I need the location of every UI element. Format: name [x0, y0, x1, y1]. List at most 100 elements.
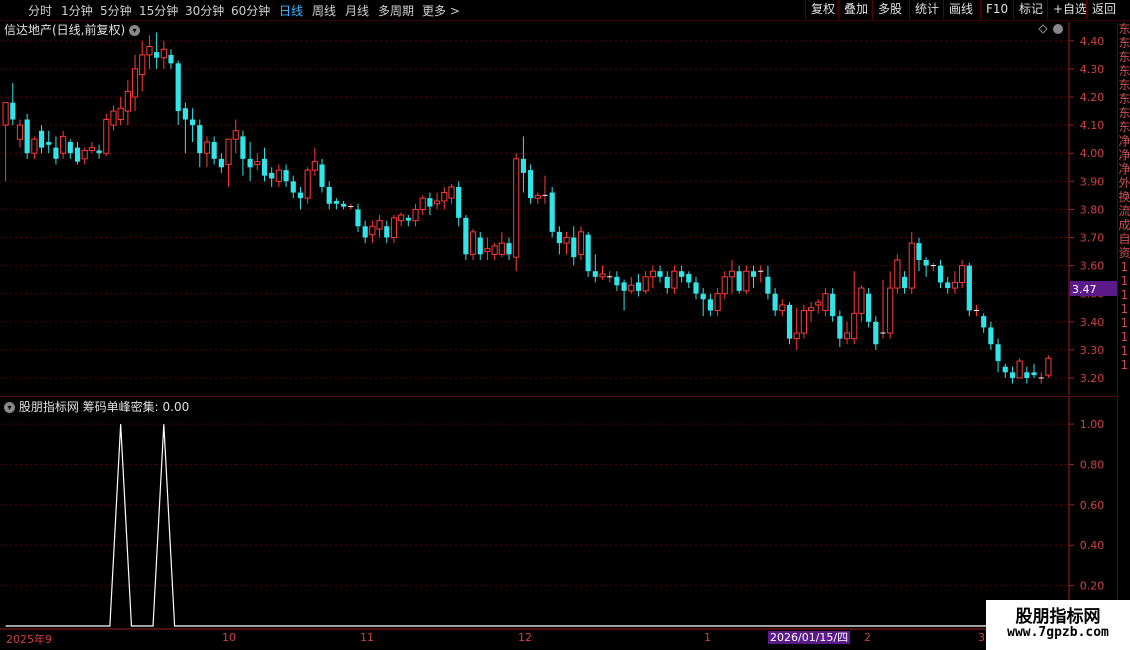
candle-body	[506, 243, 512, 255]
candle-body	[995, 344, 1001, 362]
price-tick-label: 4.30	[1080, 63, 1105, 76]
candle	[923, 257, 929, 277]
strip-char: 东	[1118, 106, 1130, 120]
candle	[189, 108, 196, 142]
candle	[419, 195, 426, 216]
candle-body	[815, 301, 822, 306]
watermark: 股朋指标网 www.7gpzb.com	[986, 600, 1130, 650]
back-button[interactable]: 返回	[1086, 0, 1121, 19]
candle-body	[714, 293, 721, 312]
candle	[434, 192, 441, 210]
strip-char: 1	[1120, 330, 1129, 344]
candle	[1009, 366, 1016, 384]
candle	[319, 158, 325, 193]
candle	[46, 130, 52, 154]
candle-body	[707, 299, 713, 311]
statistics-button[interactable]: 统计	[909, 0, 944, 19]
candle-body	[240, 136, 246, 159]
candle-body	[369, 225, 376, 236]
period-tab-daily[interactable]: 日线	[279, 2, 303, 19]
candle-body	[355, 209, 361, 227]
strip-char: 东	[1118, 92, 1130, 106]
candle	[1038, 372, 1044, 384]
period-tab-multi[interactable]: 多周期	[378, 2, 414, 19]
candle	[649, 265, 656, 289]
candle	[469, 229, 477, 260]
candle-body	[1031, 372, 1037, 376]
candle-body	[577, 231, 585, 255]
candle-body	[743, 270, 750, 292]
candle	[750, 265, 757, 289]
f10-button[interactable]: F10	[980, 0, 1013, 19]
diamond-icon[interactable]	[1038, 24, 1048, 34]
candle-body	[621, 282, 627, 291]
period-tab-1min[interactable]: 1分钟	[61, 2, 93, 19]
candle	[959, 259, 966, 289]
candle-body	[484, 248, 491, 253]
price-tick-label: 3.20	[1080, 372, 1105, 385]
candle-body	[585, 234, 591, 272]
candle	[448, 184, 455, 204]
price-tick-label: 4.40	[1080, 35, 1105, 48]
candle	[139, 40, 146, 92]
candle	[498, 231, 505, 258]
candle	[10, 82, 16, 126]
candle	[1045, 355, 1052, 378]
candle-body	[124, 90, 131, 112]
candle	[614, 271, 620, 291]
restore-rights-button[interactable]: 复权	[805, 0, 840, 19]
candle	[908, 231, 915, 294]
indicator-tick-label: 0.20	[1080, 580, 1105, 593]
indicator-line	[5, 424, 1049, 627]
overlay-button[interactable]: 叠加	[838, 0, 873, 19]
candle-body	[793, 332, 800, 340]
strip-char: 净	[1118, 162, 1130, 176]
candle	[269, 167, 275, 187]
candle	[1024, 366, 1030, 384]
period-tab-15min[interactable]: 15分钟	[139, 2, 178, 19]
candle-body	[254, 161, 261, 165]
candle	[830, 288, 836, 322]
price-tick-label: 3.80	[1080, 203, 1105, 216]
strip-char: 流	[1118, 204, 1130, 218]
candle-body	[786, 304, 793, 339]
current-price-text: 3.47	[1072, 283, 1097, 296]
candle-body	[916, 243, 922, 260]
candle-body	[800, 310, 807, 334]
candle	[721, 271, 728, 300]
candle	[642, 271, 649, 294]
period-tab-5min[interactable]: 5分钟	[100, 2, 132, 19]
candle-body	[693, 282, 699, 294]
candle-body	[154, 52, 160, 58]
period-tab-60min[interactable]: 60分钟	[231, 2, 270, 19]
candlestick-chart[interactable]: 4.404.304.204.104.003.903.803.703.603.50…	[0, 22, 1117, 395]
period-tab-monthly[interactable]: 月线	[345, 2, 369, 19]
period-tab-weekly[interactable]: 周线	[312, 2, 336, 19]
candle-body	[563, 236, 570, 244]
candle-body	[571, 237, 577, 258]
candle-body	[534, 194, 541, 199]
candle	[513, 153, 520, 272]
candle	[240, 130, 246, 176]
candle-body	[60, 135, 67, 154]
candle	[290, 175, 296, 199]
period-tab-30min[interactable]: 30分钟	[185, 2, 224, 19]
candle-body	[398, 214, 405, 222]
indicator-chart[interactable]: 1.00 0.80 0.60 0.40 0.20	[0, 396, 1117, 630]
candle	[887, 271, 894, 339]
candle	[31, 136, 38, 159]
multi-stock-button[interactable]: 多股	[872, 0, 907, 19]
price-axis: 4.404.304.204.104.003.903.803.703.603.50…	[1069, 35, 1104, 385]
candle	[858, 285, 865, 322]
circle-collapse-icon[interactable]	[1053, 24, 1063, 34]
candle-body	[419, 197, 426, 210]
candle-body	[427, 198, 433, 207]
strip-char: 成	[1118, 218, 1130, 232]
candle-body	[384, 226, 390, 238]
period-tab-more[interactable]: 更多 >	[422, 2, 460, 19]
draw-line-button[interactable]: 画线	[943, 0, 978, 19]
mark-button[interactable]: 标记	[1013, 0, 1048, 19]
candle	[714, 288, 721, 317]
candle	[348, 203, 354, 210]
period-tab-intraday[interactable]: 分时	[28, 2, 52, 19]
